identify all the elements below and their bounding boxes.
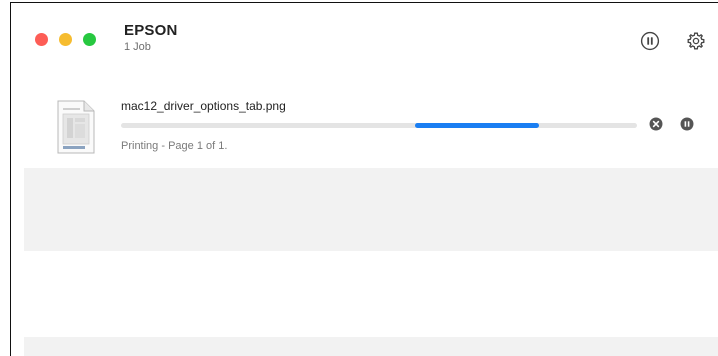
pause-printer-button[interactable] bbox=[640, 31, 660, 51]
gear-icon bbox=[687, 32, 705, 50]
close-window-button[interactable] bbox=[35, 33, 48, 46]
minimize-window-button[interactable] bbox=[59, 33, 72, 46]
empty-job-row bbox=[24, 337, 718, 356]
job-count: 1 Job bbox=[124, 41, 151, 53]
x-circle-icon bbox=[649, 117, 663, 131]
empty-job-row bbox=[24, 168, 718, 251]
printer-settings-button[interactable] bbox=[686, 31, 706, 51]
job-filename: mac12_driver_options_tab.png bbox=[121, 99, 286, 113]
pause-circle-icon bbox=[640, 31, 660, 51]
cancel-job-button[interactable] bbox=[649, 117, 663, 131]
print-queue-window: EPSON 1 Job mac12_driver_options_tab.png… bbox=[10, 2, 718, 356]
hold-job-button[interactable] bbox=[680, 117, 694, 131]
job-status: Printing - Page 1 of 1. bbox=[121, 140, 228, 152]
job-progress-bar bbox=[121, 123, 637, 128]
printer-name: EPSON bbox=[124, 22, 178, 39]
pause-circle-filled-icon bbox=[680, 117, 694, 131]
title-block: EPSON 1 Job bbox=[124, 22, 178, 53]
print-job-row[interactable]: mac12_driver_options_tab.png Printing - … bbox=[11, 91, 718, 167]
job-progress-fill bbox=[415, 123, 539, 128]
zoom-window-button[interactable] bbox=[83, 33, 96, 46]
window-controls bbox=[35, 33, 96, 46]
document-thumbnail-icon bbox=[57, 100, 95, 154]
